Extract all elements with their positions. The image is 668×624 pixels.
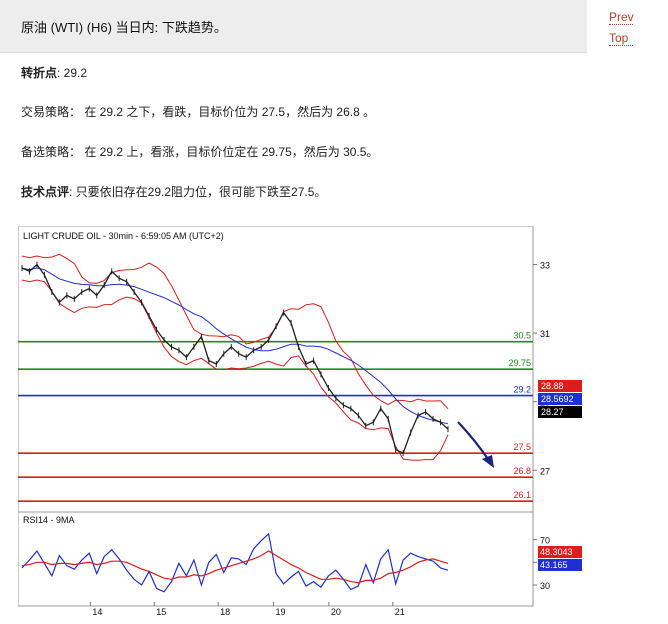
page-title: 原油 (WTI) (H6) 当日内: 下跌趋势。 bbox=[21, 20, 227, 35]
level-label: 27.5 bbox=[513, 442, 531, 452]
comment-label: 技术点评 bbox=[21, 185, 70, 199]
strategy-text: 在 29.2 之下，看跌，目标价位为 27.5，然后为 26.8 。 bbox=[81, 105, 376, 119]
level-label: 30.5 bbox=[513, 331, 531, 341]
x-tick-label: 14 bbox=[92, 607, 102, 616]
rsi-tag-label: 48.3043 bbox=[540, 547, 573, 557]
top-link[interactable]: Top bbox=[609, 31, 633, 46]
x-tick-label: 20 bbox=[331, 607, 341, 616]
comment-text: : 只要依旧存在29.2阻力位，很可能下跌至27.5。 bbox=[69, 185, 327, 199]
x-tick-label: 18 bbox=[220, 607, 230, 616]
y-tick-label: 27 bbox=[540, 466, 550, 476]
y-tick-label: 33 bbox=[540, 261, 550, 271]
rsi-tag-label: 43.165 bbox=[540, 560, 568, 570]
x-tick-label: 15 bbox=[156, 607, 166, 616]
x-tick-label: 21 bbox=[395, 607, 405, 616]
level-label: 26.1 bbox=[513, 490, 531, 500]
price-tag-label: 28.5692 bbox=[541, 394, 574, 404]
strategy-line: 交易策略： 在 29.2 之下，看跌，目标价位为 27.5，然后为 26.8 。 bbox=[21, 103, 375, 120]
price-tag-label: 28.27 bbox=[541, 407, 564, 417]
rsi-y-tick-label: 70 bbox=[540, 536, 550, 546]
level-label: 29.75 bbox=[508, 358, 531, 368]
rsi-y-tick-label: 30 bbox=[540, 581, 550, 591]
nav-links: Prev Top bbox=[609, 10, 634, 52]
alt-strategy-text: 在 29.2 上，看涨，目标价位定在 29.75，然后为 30.5。 bbox=[81, 145, 379, 159]
strategy-label: 交易策略： bbox=[21, 105, 82, 119]
price-chart: LIGHT CRUDE OIL - 30min - 6:59:05 AM (UT… bbox=[17, 225, 582, 617]
rsi-chart-title: RSI14 - 9MA bbox=[23, 515, 75, 525]
y-axis-ticks: 33312927705030 bbox=[533, 261, 550, 591]
comment-line: 技术点评: 只要依旧存在29.2阻力位，很可能下跌至27.5。 bbox=[21, 183, 326, 200]
pivot-line: 转折点: 29.2 bbox=[21, 64, 87, 81]
y-tick-label: 31 bbox=[540, 329, 550, 339]
pivot-value: : 29.2 bbox=[57, 66, 88, 80]
x-tick-label: 19 bbox=[276, 607, 286, 616]
main-chart-title: LIGHT CRUDE OIL - 30min - 6:59:05 AM (UT… bbox=[23, 231, 224, 241]
price-tag-label: 28.88 bbox=[541, 381, 564, 391]
alt-strategy-label: 备选策略： bbox=[21, 145, 82, 159]
level-label: 26.8 bbox=[513, 466, 531, 476]
chart-area: LIGHT CRUDE OIL - 30min - 6:59:05 AM (UT… bbox=[17, 225, 588, 617]
pivot-label: 转折点 bbox=[21, 66, 58, 80]
prev-link[interactable]: Prev bbox=[609, 10, 634, 25]
level-label: 29.2 bbox=[513, 385, 531, 395]
alt-strategy-line: 备选策略： 在 29.2 上，看涨，目标价位定在 29.75，然后为 30.5。 bbox=[21, 143, 378, 160]
header-bar: 原油 (WTI) (H6) 当日内: 下跌趋势。 bbox=[0, 0, 587, 53]
